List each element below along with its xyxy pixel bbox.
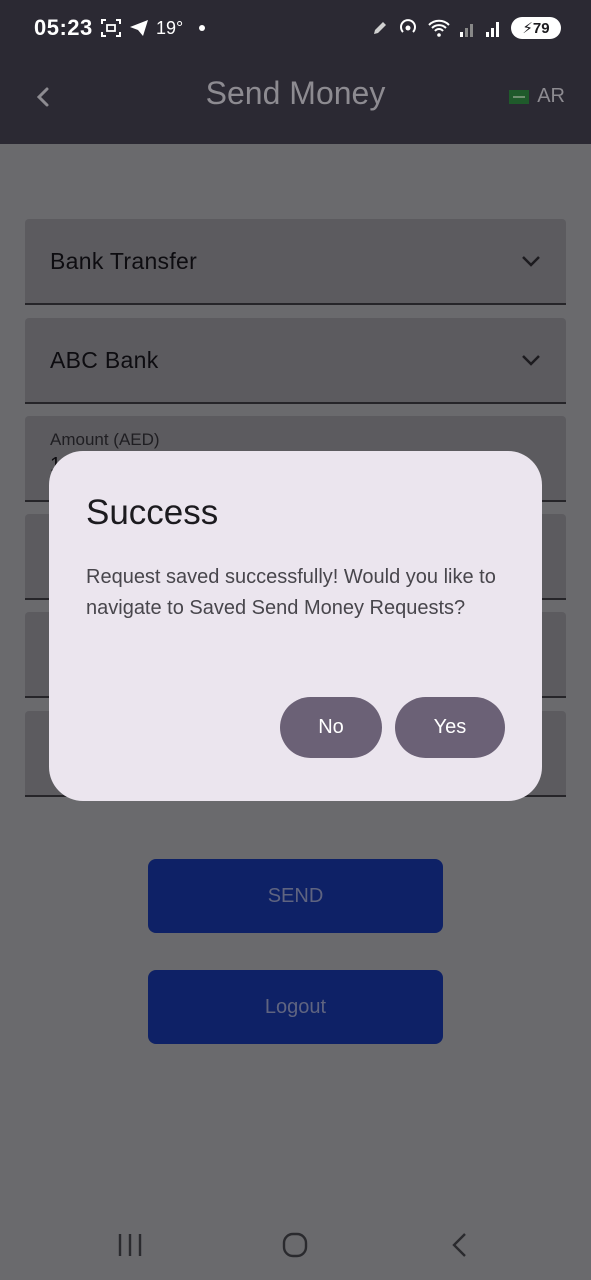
battery-icon: ⚡ 79	[511, 17, 561, 39]
back-icon[interactable]	[448, 1231, 472, 1259]
logout-button[interactable]: Logout	[148, 970, 443, 1044]
send-button[interactable]: SEND	[148, 859, 443, 933]
dialog-message: Request saved successfully! Would you li…	[86, 566, 496, 619]
screenshot-icon	[101, 19, 121, 37]
no-button[interactable]: No	[280, 697, 382, 758]
yes-button[interactable]: Yes	[395, 697, 505, 758]
bank-value: ABC Bank	[50, 347, 159, 373]
pen-icon	[374, 22, 386, 34]
status-bar: 05:23 19° ⚡ 79	[0, 0, 591, 56]
success-dialog: Success Request saved successfully! Woul…	[49, 451, 542, 801]
app-bar: Send Money AR	[0, 56, 591, 144]
system-nav-bar	[0, 1200, 591, 1280]
chevron-down-icon	[522, 256, 540, 267]
language-label: AR	[537, 85, 565, 107]
status-icons-left: 19°	[100, 14, 206, 42]
status-temperature: 19°	[156, 17, 184, 38]
saudi-flag-icon	[509, 89, 530, 104]
signal-icon	[486, 22, 499, 37]
dialog-title: Success	[86, 493, 219, 532]
status-icons-right: ⚡ 79	[371, 14, 561, 42]
hotspot-icon	[400, 19, 416, 33]
status-time: 05:23	[34, 15, 93, 40]
home-icon[interactable]	[281, 1231, 309, 1259]
signal-icon	[460, 24, 473, 37]
wifi-icon	[428, 19, 450, 37]
chevron-down-icon	[522, 355, 540, 366]
bank-dropdown[interactable]: ABC Bank	[25, 318, 566, 404]
transfer-type-dropdown[interactable]: Bank Transfer	[25, 219, 566, 305]
recents-icon[interactable]	[116, 1232, 144, 1258]
transfer-type-value: Bank Transfer	[50, 248, 198, 274]
page-title: Send Money	[205, 75, 386, 111]
telegram-icon	[130, 20, 148, 36]
dot-icon	[199, 25, 206, 31]
lightning-icon: ⚡	[522, 20, 533, 37]
amount-label: Amount (AED)	[50, 430, 160, 449]
language-toggle[interactable]: AR	[509, 85, 565, 108]
battery-level: 79	[532, 19, 550, 37]
